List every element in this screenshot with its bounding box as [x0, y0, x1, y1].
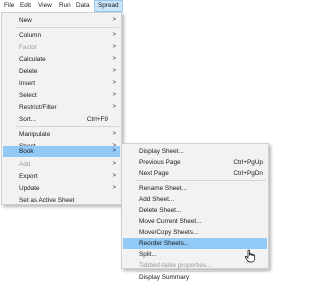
menu-item-label: Rename Sheet... — [139, 185, 187, 192]
menu-item-display-sheet[interactable]: Display Sheet... — [123, 146, 267, 157]
menu-item-factor: Factor > — [3, 42, 120, 53]
chevron-right-icon: > — [112, 92, 116, 98]
menu-item-new[interactable]: New > — [3, 15, 120, 26]
menu-item-sort[interactable]: Sort... Ctrl+F9 — [3, 114, 120, 125]
menu-item-restrict-filter[interactable]: Restrict/Filter > — [3, 102, 120, 113]
menu-item-set-as-active-sheet[interactable]: Set as Active Sheet — [3, 195, 120, 206]
menu-item-manipulate[interactable]: Manipulate > — [3, 129, 120, 140]
chevron-right-icon: > — [112, 44, 116, 50]
menu-item-add: Add > — [3, 159, 120, 170]
chevron-right-icon: > — [112, 131, 116, 137]
menu-item-display-summary[interactable]: Display Summary — [123, 272, 267, 283]
menu-item-select[interactable]: Select > — [3, 90, 120, 101]
chevron-right-icon: > — [112, 161, 116, 167]
menu-item-move-copy-sheets[interactable]: Move/Copy Sheets... — [123, 227, 267, 238]
menu-item-label: Column — [19, 32, 42, 39]
menu-item-label: Insert — [19, 80, 35, 87]
menu-item-label: Display Sheet... — [139, 148, 184, 155]
spread-menu: New > Column > Factor > Calculate > Delete > … — [1, 12, 122, 205]
menu-item-export[interactable]: Export > — [3, 171, 120, 182]
chevron-right-icon: > — [112, 104, 116, 110]
menu-item-update[interactable]: Update > — [3, 183, 120, 194]
menu-item-label: Next Page — [139, 170, 169, 177]
chevron-right-icon: > — [112, 17, 116, 23]
menu-item-label: Tabbed-table properties... — [139, 262, 212, 269]
menu-item-delete-sheet[interactable]: Delete Sheet... — [123, 205, 267, 216]
menu-item-reorder-sheets[interactable]: Reorder Sheets... — [123, 238, 267, 249]
menu-item-book[interactable]: Book > — [3, 146, 120, 157]
menu-item-label: Move/Copy Sheets... — [139, 229, 199, 236]
menu-item-calculate[interactable]: Calculate > — [3, 54, 120, 65]
menu-item-label: Delete Sheet... — [139, 207, 182, 214]
menu-item-label: Previous Page — [139, 159, 181, 166]
menu-item-shortcut: Ctrl+F9 — [86, 116, 108, 123]
menu-item-label: Update — [19, 185, 40, 192]
menu-item-label: Sort... — [19, 116, 37, 123]
menu-item-label: Restrict/Filter — [19, 104, 57, 111]
menu-separator — [136, 180, 266, 181]
menu-item-shortcut: Ctrl+PgDn — [233, 170, 263, 177]
menu-item-label: Export — [19, 173, 38, 180]
menu-item-label: Book — [19, 148, 34, 155]
menu-file[interactable]: File — [1, 0, 17, 12]
menu-item-label: Add — [19, 161, 31, 168]
menu-item-label: Add Sheet... — [139, 196, 175, 203]
menu-item-move-current-sheet[interactable]: Move Current Sheet... — [123, 216, 267, 227]
menu-separator — [16, 126, 119, 127]
chevron-right-icon: > — [112, 173, 116, 179]
menu-bar: File Edit View Run Data Spread — [0, 0, 276, 12]
menu-item-label: Reorder Sheets... — [139, 240, 190, 247]
menu-spread[interactable]: Spread — [94, 0, 123, 12]
menu-run[interactable]: Run — [56, 0, 74, 12]
menu-item-label: New — [19, 17, 32, 24]
chevron-right-icon: > — [112, 185, 116, 191]
menu-item-column[interactable]: Column > — [3, 30, 120, 41]
chevron-right-icon: > — [112, 148, 116, 154]
menu-item-shortcut: Ctrl+PgUp — [233, 159, 263, 166]
chevron-right-icon: > — [112, 32, 116, 38]
menu-item-label: Delete — [19, 68, 38, 75]
menu-item-label: Set as Active Sheet — [19, 197, 75, 204]
menu-item-label: Display Summary — [139, 274, 190, 281]
menu-item-label: Split... — [139, 251, 157, 258]
menu-view[interactable]: View — [35, 0, 55, 12]
chevron-right-icon: > — [112, 68, 116, 74]
menu-item-label: Select — [19, 92, 37, 99]
menu-separator — [16, 27, 119, 28]
menu-item-delete[interactable]: Delete > — [3, 66, 120, 77]
menu-item-label: Factor — [19, 44, 38, 51]
menu-item-label: Calculate — [19, 56, 46, 63]
menu-item-label: Move Current Sheet... — [139, 218, 202, 225]
chevron-right-icon: > — [112, 56, 116, 62]
menu-item-rename-sheet[interactable]: Rename Sheet... — [123, 183, 267, 194]
menu-edit[interactable]: Edit — [17, 0, 34, 12]
menu-item-label: Manipulate — [19, 131, 51, 138]
chevron-right-icon: > — [112, 80, 116, 86]
menu-data[interactable]: Data — [73, 0, 93, 12]
menu-item-next-page[interactable]: Next Page Ctrl+PgDn — [123, 168, 267, 179]
menu-item-add-sheet[interactable]: Add Sheet... — [123, 194, 267, 205]
hand-cursor-icon — [244, 249, 255, 263]
menu-item-insert[interactable]: Insert > — [3, 78, 120, 89]
menu-item-previous-page[interactable]: Previous Page Ctrl+PgUp — [123, 157, 267, 168]
